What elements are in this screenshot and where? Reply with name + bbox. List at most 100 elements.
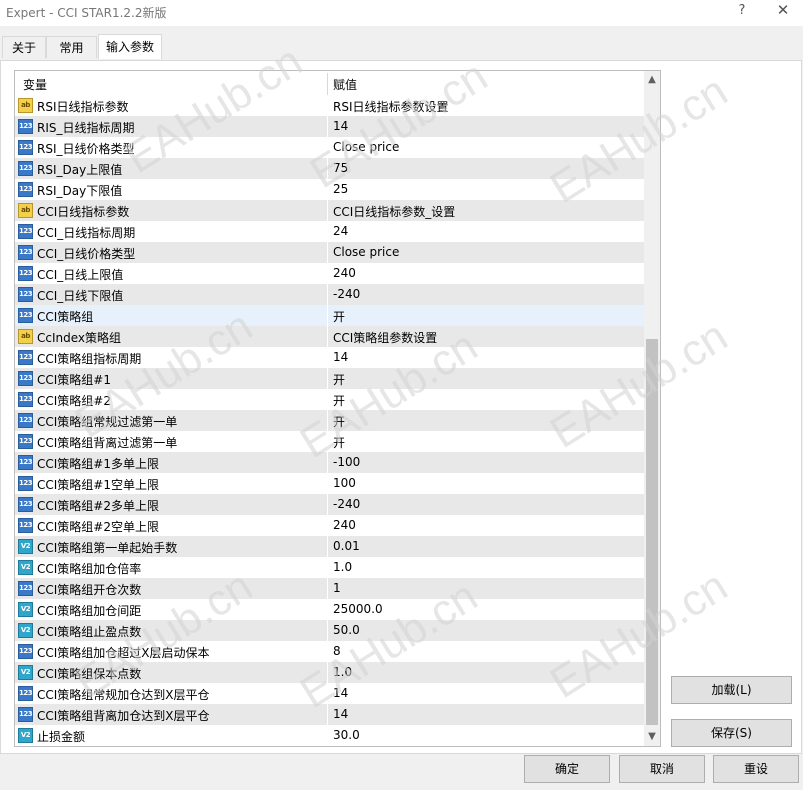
table-row[interactable]: 123 CCI策略组背离加仓达到X层平仓 14 [15, 704, 644, 725]
table-row[interactable]: 123 CCI策略组#1多单上限 -100 [15, 452, 644, 473]
integer-param-icon: 123 [18, 161, 33, 176]
table-row[interactable]: V2 CCI策略组加仓间距 25000.0 [15, 599, 644, 620]
param-value[interactable]: 14 [333, 350, 348, 364]
column-separator [327, 389, 328, 410]
param-value[interactable]: 25000.0 [333, 602, 383, 616]
tab-about[interactable]: 关于 [2, 36, 46, 58]
table-row[interactable]: 123 CCI策略组#2空单上限 240 [15, 515, 644, 536]
param-name: CCI策略组保本点数 [37, 667, 142, 681]
param-value[interactable]: CCI日线指标参数_设置 [333, 203, 455, 220]
param-value[interactable]: 开 [333, 413, 345, 430]
table-row[interactable]: 123 CCI策略组开仓次数 1 [15, 578, 644, 599]
table-row[interactable]: V2 CCI策略组止盈点数 50.0 [15, 620, 644, 641]
table-row[interactable]: V2 CCI策略组保本点数 1.0 [15, 662, 644, 683]
param-name: CCI策略组#2多单上限 [37, 499, 159, 513]
table-row[interactable]: 123 CCI策略组#2 开 [15, 389, 644, 410]
double-param-icon: V2 [18, 602, 33, 617]
integer-param-icon: 123 [18, 644, 33, 659]
param-value[interactable]: RSI日线指标参数设置 [333, 98, 449, 115]
param-value[interactable]: 开 [333, 392, 345, 409]
param-value[interactable]: 0.01 [333, 539, 360, 553]
param-value[interactable]: 25 [333, 182, 348, 196]
table-row[interactable]: 123 CCI策略组#2多单上限 -240 [15, 494, 644, 515]
table-body: ab RSI日线指标参数 RSI日线指标参数设置 123 RIS_日线指标周期 14 123… [15, 95, 644, 746]
param-name: CCI策略组止盈点数 [37, 625, 142, 639]
tab-common[interactable]: 常用 [46, 36, 97, 58]
table-row[interactable]: 123 CCI策略组背离过滤第一单 开 [15, 431, 644, 452]
table-row[interactable]: 123 RSI_日线价格类型 Close price [15, 137, 644, 158]
param-value[interactable]: 开 [333, 434, 345, 451]
param-value[interactable]: 14 [333, 707, 348, 721]
table-row[interactable]: 123 CCI策略组 开 [15, 305, 644, 326]
column-separator [327, 158, 328, 179]
table-row[interactable]: 123 CCI_日线价格类型 Close price [15, 242, 644, 263]
load-button[interactable]: 加载(L) [671, 676, 792, 704]
table-row[interactable]: V2 止损金额 30.0 [15, 725, 644, 746]
integer-param-icon: 123 [18, 224, 33, 239]
param-name: CCI_日线上限值 [37, 268, 124, 282]
column-separator [327, 73, 328, 95]
param-value[interactable]: -240 [333, 497, 360, 511]
table-row[interactable]: 123 CCI策略组#1空单上限 100 [15, 473, 644, 494]
param-value[interactable]: 开 [333, 308, 345, 325]
close-button[interactable]: ✕ [775, 1, 791, 19]
table-row[interactable]: ab CcIndex策略组 CCI策略组参数设置 [15, 326, 644, 347]
scroll-up-icon[interactable]: ▲ [644, 71, 660, 89]
column-separator [327, 620, 328, 641]
column-separator [327, 221, 328, 242]
param-value[interactable]: Close price [333, 140, 399, 154]
param-value[interactable]: 14 [333, 686, 348, 700]
param-name: CCI策略组#1多单上限 [37, 457, 159, 471]
param-value[interactable]: 8 [333, 644, 341, 658]
ok-button[interactable]: 确定 [524, 755, 610, 783]
param-value[interactable]: CCI策略组参数设置 [333, 329, 437, 346]
vertical-scrollbar[interactable]: ▲ ▼ [644, 71, 660, 746]
param-name: CcIndex策略组 [37, 331, 122, 345]
tab-input-params[interactable]: 输入参数 [98, 34, 162, 59]
param-value[interactable]: 开 [333, 371, 345, 388]
table-row[interactable]: 123 CCI策略组加仓超过X层启动保本 8 [15, 641, 644, 662]
table-row[interactable]: V2 CCI策略组第一单起始手数 0.01 [15, 536, 644, 557]
column-header-value[interactable]: 赋值 [333, 76, 357, 93]
param-name: CCI策略组#2空单上限 [37, 520, 159, 534]
param-value[interactable]: 14 [333, 119, 348, 133]
table-row[interactable]: V2 CCI策略组加仓倍率 1.0 [15, 557, 644, 578]
scroll-down-icon[interactable]: ▼ [644, 728, 660, 746]
param-value[interactable]: 1.0 [333, 560, 352, 574]
param-name: CCI策略组 [37, 310, 94, 324]
column-separator [327, 116, 328, 137]
param-value[interactable]: Close price [333, 245, 399, 259]
reset-button[interactable]: 重设 [713, 755, 799, 783]
table-row[interactable]: 123 CCI_日线上限值 240 [15, 263, 644, 284]
cancel-button[interactable]: 取消 [619, 755, 705, 783]
param-value[interactable]: 50.0 [333, 623, 360, 637]
table-row[interactable]: 123 RSI_Day上限值 75 [15, 158, 644, 179]
save-button[interactable]: 保存(S) [671, 719, 792, 747]
param-value[interactable]: 1 [333, 581, 341, 595]
table-row[interactable]: 123 CCI策略组常规加仓达到X层平仓 14 [15, 683, 644, 704]
table-row[interactable]: 123 CCI策略组指标周期 14 [15, 347, 644, 368]
column-separator [327, 347, 328, 368]
table-row[interactable]: 123 CCI_日线指标周期 24 [15, 221, 644, 242]
table-row[interactable]: 123 RSI_Day下限值 25 [15, 179, 644, 200]
param-value[interactable]: -240 [333, 287, 360, 301]
table-row[interactable]: 123 CCI策略组常规过滤第一单 开 [15, 410, 644, 431]
table-row[interactable]: ab RSI日线指标参数 RSI日线指标参数设置 [15, 95, 644, 116]
param-value[interactable]: 240 [333, 518, 356, 532]
column-separator [327, 683, 328, 704]
param-value[interactable]: 1.0 [333, 665, 352, 679]
param-value[interactable]: -100 [333, 455, 360, 469]
double-param-icon: V2 [18, 560, 33, 575]
scrollbar-thumb[interactable] [646, 339, 658, 725]
param-value[interactable]: 75 [333, 161, 348, 175]
table-row[interactable]: 123 CCI策略组#1 开 [15, 368, 644, 389]
table-row[interactable]: 123 CCI_日线下限值 -240 [15, 284, 644, 305]
param-value[interactable]: 240 [333, 266, 356, 280]
param-value[interactable]: 30.0 [333, 728, 360, 742]
help-button[interactable]: ? [735, 3, 749, 18]
param-value[interactable]: 24 [333, 224, 348, 238]
table-row[interactable]: 123 RIS_日线指标周期 14 [15, 116, 644, 137]
table-row[interactable]: ab CCI日线指标参数 CCI日线指标参数_设置 [15, 200, 644, 221]
column-header-variable[interactable]: 变量 [23, 76, 47, 93]
param-value[interactable]: 100 [333, 476, 356, 490]
